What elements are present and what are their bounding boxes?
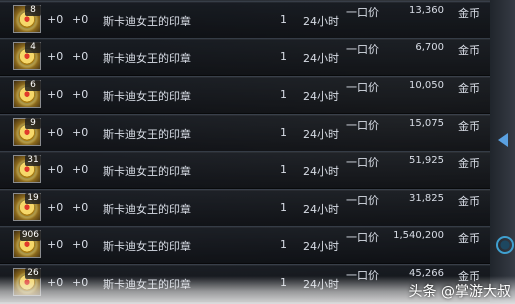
item-name: 斯卡迪女王的印章 — [103, 90, 191, 103]
bonus-value: +0 — [47, 50, 64, 63]
item-price: 31,825 — [409, 193, 444, 204]
remaining-time: 24小时 — [303, 15, 339, 28]
seal-item-icon[interactable]: 4 — [13, 42, 41, 70]
remaining-time: 24小时 — [303, 165, 339, 178]
seal-item-icon[interactable]: 19 — [13, 193, 41, 221]
remaining-time: 24小时 — [303, 240, 339, 253]
currency-label: 金币 — [458, 195, 480, 208]
currency-label: 金币 — [458, 157, 480, 170]
bonus-value: +0 — [72, 238, 89, 251]
seal-item-icon[interactable]: 31 — [13, 155, 41, 183]
seal-item-icon[interactable]: 9 — [13, 118, 41, 146]
item-price: 6,700 — [415, 42, 444, 53]
remaining-time: 24小时 — [303, 90, 339, 103]
refresh-icon[interactable] — [496, 236, 514, 254]
remaining-time: 24小时 — [303, 128, 339, 141]
sale-type: 一口价 — [346, 81, 379, 94]
remaining-time: 24小时 — [303, 52, 339, 65]
currency-label: 金币 — [458, 7, 480, 20]
auction-row[interactable]: 8 +0 +0 斯卡迪女王的印章 1 24小时 一口价 13,360 金币 — [0, 1, 490, 39]
stack-count-badge: 906 — [19, 230, 41, 241]
bonus-value: +0 — [72, 50, 89, 63]
bonus-value: +0 — [47, 88, 64, 101]
item-quantity: 1 — [280, 163, 287, 176]
currency-label: 金币 — [458, 44, 480, 57]
item-quantity: 1 — [280, 201, 287, 214]
bonus-value: +0 — [47, 13, 64, 26]
bonus-value: +0 — [47, 126, 64, 139]
sale-type: 一口价 — [346, 6, 379, 19]
auction-row[interactable]: 6 +0 +0 斯卡迪女王的印章 1 24小时 一口价 10,050 金币 — [0, 76, 490, 114]
item-quantity: 1 — [280, 126, 287, 139]
currency-label: 金币 — [458, 120, 480, 133]
item-name: 斯卡迪女王的印章 — [103, 203, 191, 216]
remaining-time: 24小时 — [303, 203, 339, 216]
item-quantity: 1 — [280, 88, 287, 101]
bonus-value: +0 — [72, 88, 89, 101]
auction-row[interactable]: 9 +0 +0 斯卡迪女王的印章 1 24小时 一口价 15,075 金币 — [0, 114, 490, 152]
item-price: 15,075 — [409, 118, 444, 129]
item-price: 10,050 — [409, 80, 444, 91]
sale-type: 一口价 — [346, 43, 379, 56]
item-name: 斯卡迪女王的印章 — [103, 128, 191, 141]
watermark: 头条 @掌游大叔 — [408, 284, 511, 300]
bonus-value: +0 — [72, 13, 89, 26]
bonus-value: +0 — [72, 126, 89, 139]
item-name: 斯卡迪女王的印章 — [103, 15, 191, 28]
arrow-left-icon[interactable] — [498, 133, 508, 147]
auction-row[interactable]: 31 +0 +0 斯卡迪女王的印章 1 24小时 一口价 51,925 金币 — [0, 151, 490, 189]
item-quantity: 1 — [280, 238, 287, 251]
stack-count-badge: 31 — [25, 155, 41, 166]
item-name: 斯卡迪女王的印章 — [103, 52, 191, 65]
sale-type: 一口价 — [346, 231, 379, 244]
item-price: 13,360 — [409, 5, 444, 16]
sale-type: 一口价 — [346, 119, 379, 132]
auction-row[interactable]: 4 +0 +0 斯卡迪女王的印章 1 24小时 一口价 6,700 金币 — [0, 38, 490, 76]
item-price: 51,925 — [409, 155, 444, 166]
bonus-value: +0 — [47, 163, 64, 176]
seal-item-icon[interactable]: 8 — [13, 5, 41, 33]
seal-item-icon[interactable]: 906 — [13, 230, 41, 258]
bonus-value: +0 — [72, 163, 89, 176]
bonus-value: +0 — [47, 201, 64, 214]
stack-count-badge: 4 — [25, 42, 41, 53]
item-quantity: 1 — [280, 13, 287, 26]
currency-label: 金币 — [458, 232, 480, 245]
bonus-value: +0 — [72, 201, 89, 214]
stack-count-badge: 6 — [25, 80, 41, 91]
item-price: 1,540,200 — [393, 230, 444, 241]
sale-type: 一口价 — [346, 156, 379, 169]
stack-count-badge: 19 — [25, 193, 41, 204]
currency-label: 金币 — [458, 82, 480, 95]
auction-row[interactable]: 906 +0 +0 斯卡迪女王的印章 1 24小时 一口价 1,540,200 金币 — [0, 226, 490, 264]
stack-count-badge: 9 — [25, 118, 41, 129]
seal-item-icon[interactable]: 6 — [13, 80, 41, 108]
stack-count-badge: 8 — [25, 5, 41, 16]
sale-type: 一口价 — [346, 194, 379, 207]
item-name: 斯卡迪女王的印章 — [103, 240, 191, 253]
item-name: 斯卡迪女王的印章 — [103, 165, 191, 178]
bonus-value: +0 — [47, 238, 64, 251]
auction-row[interactable]: 19 +0 +0 斯卡迪女王的印章 1 24小时 一口价 31,825 金币 — [0, 189, 490, 227]
scrollbar[interactable] — [490, 0, 515, 304]
item-quantity: 1 — [280, 50, 287, 63]
